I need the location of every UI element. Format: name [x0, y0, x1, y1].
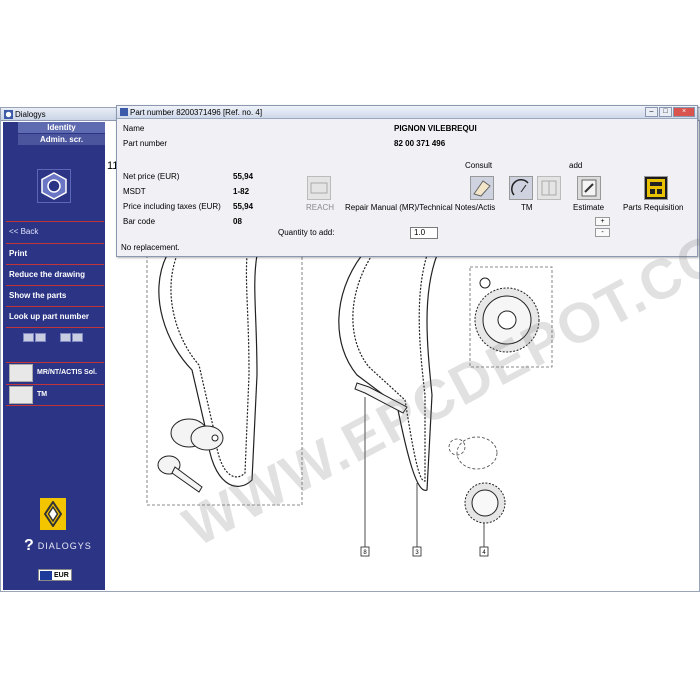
tm-button[interactable]: [509, 176, 533, 200]
parts-requisition-label: Parts Requisition: [623, 203, 684, 212]
divider: [6, 405, 104, 406]
timing-belt-left: [158, 255, 258, 487]
consult-label: Consult: [465, 161, 493, 170]
msdt-label: MSDT: [123, 187, 146, 196]
repair-manual-icon: [473, 180, 491, 197]
app-icon: [4, 110, 13, 119]
price-incl-tax-value: 55,94: [233, 202, 254, 211]
net-price-value: 55,94: [233, 172, 254, 181]
part-number-value: 82 00 371 496: [394, 139, 446, 148]
crankshaft-sprocket-dashed: [448, 436, 498, 470]
parts-requisition-icon: [647, 179, 665, 197]
parts-drawing[interactable]: 8 3 4: [107, 255, 697, 590]
reach-label: REACH: [306, 203, 335, 212]
part-number-label: Part number: [123, 139, 168, 148]
quantity-label: Quantity to add:: [278, 228, 335, 237]
msdt-value: 1-82: [233, 187, 250, 196]
price-incl-tax-label: Price including taxes (EUR): [123, 202, 221, 211]
tensioner-pulley: [170, 418, 224, 451]
add-label: add: [569, 161, 583, 170]
reach-button[interactable]: [307, 176, 331, 200]
grid-icon: [541, 180, 557, 196]
mr-actis-label: MR/NT/ACTIS Sol.: [37, 369, 97, 376]
callout-3: 3: [412, 546, 422, 557]
dialogys-label: DIALOGYS: [37, 541, 92, 551]
reach-icon: [310, 182, 328, 194]
callout-4: 4: [479, 546, 489, 557]
timer-gauge-icon: [9, 385, 33, 404]
mr-actis-tool[interactable]: MR/NT/ACTIS Sol.: [6, 362, 104, 382]
name-label: Name: [123, 124, 145, 133]
dialogys-brand: ? DIALOGYS: [24, 537, 92, 555]
nav-next-button[interactable]: [35, 333, 46, 342]
parts-requisition-button[interactable]: [644, 176, 668, 200]
repair-manual-label: Repair Manual (MR)/Technical Notes/Actis: [345, 203, 496, 212]
nav-prev-button[interactable]: [23, 333, 34, 342]
leader-lines: [364, 397, 485, 547]
dialog-titlebar: Part number 8200371496 [Ref. no. 4] – □ …: [117, 106, 697, 119]
print-link[interactable]: Print: [6, 243, 104, 263]
quantity-decrement-button[interactable]: -: [595, 228, 610, 237]
callout-8: 8: [360, 546, 370, 557]
tm-tool[interactable]: TM: [6, 384, 104, 404]
tm-add-button[interactable]: [537, 176, 561, 200]
renault-logo-icon: [40, 498, 66, 530]
timer-gauge-icon: [511, 179, 529, 196]
renault-diamond: [44, 501, 62, 527]
window-controls: – □ ×: [645, 107, 695, 117]
nav-first-button[interactable]: [60, 333, 71, 342]
currency-label: EUR: [54, 571, 69, 579]
back-link[interactable]: << Back: [6, 221, 104, 241]
barcode-label: Bar code: [123, 217, 156, 226]
divider: [6, 327, 104, 328]
tm-label: TM: [37, 391, 48, 398]
camshaft-sprocket: [474, 277, 540, 353]
dialog-body: Name PIGNON VILEBREQUI Part number 82 00…: [117, 119, 699, 257]
lookup-part-number-link[interactable]: Look up part number: [6, 306, 104, 326]
dialog-app-icon: [120, 108, 128, 116]
quantity-increment-button[interactable]: +: [595, 217, 610, 226]
repair-manual-button[interactable]: [470, 176, 494, 200]
name-value: PIGNON VILEBREQUI: [394, 124, 477, 133]
tm-label: TM: [521, 203, 533, 212]
tab-admin-screen[interactable]: Admin. scr.: [18, 134, 105, 145]
close-button[interactable]: ×: [673, 107, 695, 117]
tab-identity[interactable]: Identity: [18, 122, 105, 133]
currency-selector[interactable]: EUR: [38, 569, 72, 581]
nav-last-button[interactable]: [72, 333, 83, 342]
dialog-title: Part number 8200371496 [Ref. no. 4]: [130, 108, 263, 117]
quantity-input[interactable]: 1.0: [410, 227, 438, 239]
reduce-drawing-link[interactable]: Reduce the drawing: [6, 264, 104, 284]
eu-flag-icon: [40, 570, 52, 580]
app-title: Dialogys: [15, 110, 46, 119]
crankshaft-pinion: [464, 482, 506, 524]
no-replacement-text: No replacement.: [121, 243, 180, 252]
hex-nut-graphic: [41, 172, 67, 200]
repair-manual-icon: [9, 363, 33, 382]
maximize-button[interactable]: □: [659, 107, 672, 117]
estimate-button[interactable]: [577, 176, 601, 200]
barcode-value: 08: [233, 217, 242, 226]
net-price-label: Net price (EUR): [123, 172, 180, 181]
show-parts-link[interactable]: Show the parts: [6, 285, 104, 305]
timing-belt-right: [338, 255, 438, 491]
minimize-button[interactable]: –: [645, 107, 658, 117]
hex-nut-icon[interactable]: [37, 169, 71, 203]
question-mark-icon: ?: [24, 537, 35, 554]
tensioner-bolt: [157, 455, 203, 493]
estimate-label: Estimate: [573, 203, 605, 212]
estimate-icon: [581, 179, 597, 197]
part-number-dialog: Part number 8200371496 [Ref. no. 4] – □ …: [116, 105, 698, 257]
crankshaft-bolt: [354, 382, 408, 414]
